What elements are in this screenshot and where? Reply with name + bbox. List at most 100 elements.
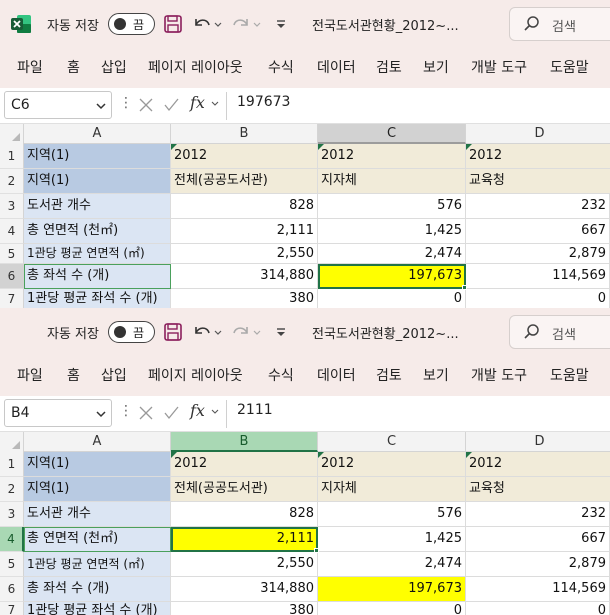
- redo-icon[interactable]: [230, 321, 252, 343]
- column-header-d[interactable]: D: [466, 432, 610, 452]
- customize-qat-icon[interactable]: [274, 321, 288, 343]
- name-box[interactable]: B4: [4, 399, 112, 427]
- select-all-corner[interactable]: [0, 124, 24, 144]
- cell-d1[interactable]: 2012: [466, 452, 610, 477]
- cell-d7[interactable]: 0: [466, 602, 610, 615]
- cell-b3[interactable]: 828: [171, 502, 318, 527]
- cell-a1[interactable]: 지역(1): [24, 452, 171, 477]
- cell-b6[interactable]: 314,880: [171, 264, 318, 289]
- cell-c6[interactable]: 197,673: [318, 577, 466, 602]
- fx-icon[interactable]: fx: [190, 401, 205, 420]
- tab-insert[interactable]: 삽입: [101, 365, 127, 385]
- cell-c3[interactable]: 576: [318, 502, 466, 527]
- cell-d3[interactable]: 232: [466, 194, 610, 219]
- autosave-toggle[interactable]: 끔: [108, 321, 155, 343]
- fill-handle[interactable]: [462, 285, 467, 290]
- fx-chevron-down-icon[interactable]: [211, 101, 219, 107]
- tab-help[interactable]: 도움말: [550, 365, 589, 385]
- cell-a2[interactable]: 지역(1): [24, 169, 171, 194]
- row-header-6[interactable]: 6: [0, 264, 24, 289]
- cell-c1[interactable]: 2012: [318, 144, 466, 169]
- document-title[interactable]: 전국도서관현황_2012~...: [312, 15, 459, 34]
- cell-c4[interactable]: 1,425: [318, 219, 466, 244]
- formula-input[interactable]: 2111: [237, 402, 273, 418]
- row-header-1[interactable]: 1: [0, 452, 24, 477]
- cell-c7[interactable]: 0: [318, 289, 466, 308]
- tab-developer[interactable]: 개발 도구: [471, 365, 527, 385]
- cell-a7[interactable]: 1관당 평균 좌석 수 (개): [24, 289, 171, 308]
- cell-d5[interactable]: 2,879: [466, 552, 610, 577]
- tab-review[interactable]: 검토: [376, 365, 402, 385]
- cell-b4[interactable]: 2,111: [171, 219, 318, 244]
- cell-b5[interactable]: 2,550: [171, 552, 318, 577]
- undo-chevron-down-icon[interactable]: [213, 13, 223, 35]
- cell-c2[interactable]: 지자체: [318, 477, 466, 502]
- cell-c5[interactable]: 2,474: [318, 552, 466, 577]
- tab-developer[interactable]: 개발 도구: [471, 57, 527, 77]
- tab-home[interactable]: 홈: [67, 57, 80, 77]
- tab-review[interactable]: 검토: [376, 57, 402, 77]
- autosave-toggle[interactable]: 끔: [108, 13, 155, 35]
- cell-a7[interactable]: 1관당 평균 좌석 수 (개): [24, 602, 171, 615]
- search-box[interactable]: 검색: [509, 315, 610, 349]
- tab-page-layout[interactable]: 페이지 레이아웃: [148, 365, 243, 385]
- tab-view[interactable]: 보기: [423, 365, 449, 385]
- redo-chevron-down-icon[interactable]: [252, 321, 262, 343]
- save-icon[interactable]: [162, 321, 184, 343]
- cell-b5[interactable]: 2,550: [171, 244, 318, 264]
- excel-logo-icon[interactable]: [10, 14, 32, 34]
- column-header-a[interactable]: A: [24, 124, 171, 144]
- row-header-4[interactable]: 4: [0, 527, 24, 552]
- cell-b1[interactable]: 2012: [171, 144, 318, 169]
- cell-d6[interactable]: 114,569: [466, 577, 610, 602]
- row-header-4[interactable]: 4: [0, 219, 24, 244]
- cell-b2[interactable]: 전체(공공도서관): [171, 477, 318, 502]
- row-header-2[interactable]: 2: [0, 477, 24, 502]
- fx-icon[interactable]: fx: [190, 93, 205, 112]
- enter-icon[interactable]: [163, 97, 180, 113]
- row-header-3[interactable]: 3: [0, 194, 24, 219]
- tab-data[interactable]: 데이터: [317, 57, 356, 77]
- tab-data[interactable]: 데이터: [317, 365, 356, 385]
- cell-d7[interactable]: 0: [466, 289, 610, 308]
- tab-insert[interactable]: 삽입: [101, 57, 127, 77]
- cell-a1[interactable]: 지역(1): [24, 144, 171, 169]
- cell-c2[interactable]: 지자체: [318, 169, 466, 194]
- redo-icon[interactable]: [230, 13, 252, 35]
- fill-handle[interactable]: [314, 548, 319, 553]
- undo-chevron-down-icon[interactable]: [213, 321, 223, 343]
- row-header-5[interactable]: 5: [0, 244, 24, 264]
- cell-a6[interactable]: 총 좌석 수 (개): [24, 577, 171, 602]
- column-header-d[interactable]: D: [466, 124, 610, 144]
- row-header-3[interactable]: 3: [0, 502, 24, 527]
- formula-input[interactable]: 197673: [237, 94, 290, 110]
- cell-c5[interactable]: 2,474: [318, 244, 466, 264]
- save-icon[interactable]: [162, 13, 184, 35]
- row-header-5[interactable]: 5: [0, 552, 24, 577]
- tab-page-layout[interactable]: 페이지 레이아웃: [148, 57, 243, 77]
- chevron-down-icon[interactable]: [95, 409, 107, 419]
- row-header-1[interactable]: 1: [0, 144, 24, 169]
- cell-d2[interactable]: 교육청: [466, 477, 610, 502]
- cell-a4[interactable]: 총 연면적 (천㎡): [24, 219, 171, 244]
- cell-c7[interactable]: 0: [318, 602, 466, 615]
- cell-d5[interactable]: 2,879: [466, 244, 610, 264]
- tab-formulas[interactable]: 수식: [268, 57, 294, 77]
- cell-a3[interactable]: 도서관 개수: [24, 502, 171, 527]
- more-options-icon[interactable]: ⋮: [119, 403, 133, 419]
- row-header-7[interactable]: 7: [0, 602, 24, 615]
- cell-c3[interactable]: 576: [318, 194, 466, 219]
- cell-d6[interactable]: 114,569: [466, 264, 610, 289]
- more-options-icon[interactable]: ⋮: [119, 95, 133, 111]
- redo-chevron-down-icon[interactable]: [252, 13, 262, 35]
- document-title[interactable]: 전국도서관현황_2012~...: [312, 323, 459, 342]
- cell-d3[interactable]: 232: [466, 502, 610, 527]
- customize-qat-icon[interactable]: [274, 13, 288, 35]
- tab-file[interactable]: 파일: [17, 57, 43, 77]
- cell-a3[interactable]: 도서관 개수: [24, 194, 171, 219]
- cell-a6[interactable]: 총 좌석 수 (개): [24, 264, 171, 289]
- cell-b7[interactable]: 380: [171, 602, 318, 615]
- cell-a4[interactable]: 총 연면적 (천㎡): [24, 527, 171, 552]
- cancel-icon[interactable]: [138, 97, 154, 113]
- cell-a5[interactable]: 1관당 평균 연면적 (㎡): [24, 552, 171, 577]
